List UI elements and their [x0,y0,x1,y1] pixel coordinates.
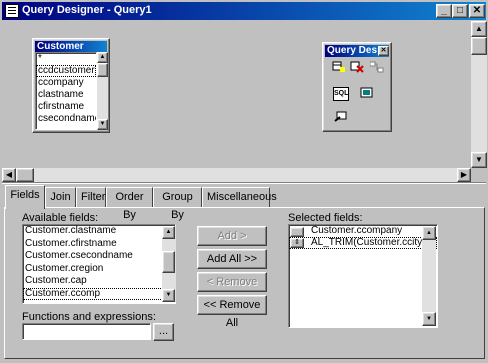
query-destination-icon[interactable] [333,111,349,125]
functions-label: Functions and expressions: [22,311,156,323]
available-fields-scrollbar[interactable]: ▲ ▼ [162,226,176,302]
scroll-right-arrow-icon[interactable]: ▶ [457,168,471,182]
tab-label: Join [50,191,71,203]
remove-all-button[interactable]: << Remove All [197,295,267,329]
table-field-list[interactable]: * ccdcustomer ccompany clastname cfirstn… [35,52,97,130]
selected-fields-scrollbar[interactable]: ▲ ▼ [422,226,436,326]
scroll-down-arrow-icon[interactable]: ▼ [162,289,175,302]
scroll-left-arrow-icon[interactable]: ◀ [2,168,16,182]
app-icon[interactable] [5,4,19,18]
move-up-down-icon[interactable]: ⇕ [290,238,304,248]
table-field-item[interactable]: ccdcustomer [36,65,96,77]
tab-join[interactable]: Join [45,187,76,207]
list-item[interactable]: Customer.ccompany [289,225,437,237]
list-item[interactable]: Customer.cregion [23,263,175,276]
add-all-button[interactable]: Add All >> [197,249,267,269]
maximize-view-icon[interactable] [359,87,375,101]
row-mover-handle[interactable] [290,227,304,237]
list-item[interactable]: Customer.cap [23,275,175,288]
list-item[interactable]: AL_TRIM(Customer.ccityld [289,237,437,249]
scroll-up-arrow-icon[interactable]: ▲ [471,21,487,37]
table-field-item[interactable]: cfirstname [36,101,96,113]
add-join-icon[interactable] [369,61,385,75]
scroll-thumb[interactable] [97,63,108,77]
table-field-item[interactable]: clastname [36,89,96,101]
tab-label: Miscellaneous [207,191,277,203]
window-title: Query Designer - Query1 [22,4,152,16]
diagram-vertical-scrollbar[interactable]: ▲ ▼ [471,21,487,168]
expression-builder-button[interactable]: ... [153,323,174,341]
show-sql-icon[interactable]: SQL [333,87,349,101]
maximize-button[interactable]: □ [452,4,468,18]
selected-fields-label: Selected fields: [288,212,363,224]
selected-fields-list[interactable]: Customer.ccompany AL_TRIM(Customer.ccity… [288,224,438,328]
table-field-scrollbar[interactable]: ▲ ▼ [97,52,108,130]
remove-table-icon[interactable] [349,61,365,75]
tab-miscellaneous[interactable]: Miscellaneous [202,187,277,207]
table-window-title[interactable]: Customer [35,41,107,52]
table-field-item[interactable]: * [36,53,96,65]
functions-expression-input[interactable] [22,323,151,340]
tab-label: Filter [81,191,106,203]
list-item[interactable]: Customer.csecondname [23,250,175,263]
available-fields-list[interactable]: Customer.clastname Customer.cfirstname C… [22,224,176,304]
splitter[interactable] [2,182,486,184]
minimize-button[interactable]: _ [436,4,452,18]
toolbox-close-button[interactable]: ✕ [378,46,389,56]
scroll-down-arrow-icon[interactable]: ▼ [97,119,108,130]
scroll-up-arrow-icon[interactable]: ▲ [97,52,108,63]
list-item[interactable]: Customer.cfirstname [23,238,175,251]
scroll-up-arrow-icon[interactable]: ▲ [422,226,436,240]
title-bar: Query Designer - Query1 _ □ ✕ [2,2,486,20]
tab-order-by[interactable]: Order By [106,187,153,221]
available-fields-label: Available fields: [22,212,99,224]
close-button[interactable]: ✕ [469,4,485,18]
scroll-down-arrow-icon[interactable]: ▼ [471,152,487,168]
tab-filter[interactable]: Filter [76,187,106,207]
tab-label: Fields [10,189,40,201]
query-designer-toolbox[interactable]: Query Des ✕ SQL [322,42,392,132]
tab-fields[interactable]: Fields [5,185,45,209]
toolbox-title-text: Query Des [327,45,378,56]
customer-table-window[interactable]: Customer * ccdcustomer ccompany clastnam… [32,38,110,133]
add-table-icon[interactable] [331,61,347,75]
scroll-thumb[interactable] [471,37,487,55]
tab-group-by[interactable]: Group By [153,187,202,221]
remove-button[interactable]: < Remove [197,272,267,292]
table-field-item[interactable]: ccompany [36,77,96,89]
list-item[interactable]: Customer.ccomp [23,287,175,300]
scroll-thumb[interactable] [162,251,175,273]
scroll-thumb[interactable] [16,168,34,182]
diagram-horizontal-scrollbar[interactable]: ◀ ▶ [2,168,471,182]
table-field-item[interactable]: csecondname [36,113,96,125]
scroll-up-arrow-icon[interactable]: ▲ [162,226,175,239]
list-item[interactable]: Customer.clastname [23,225,175,238]
add-button[interactable]: Add > [197,226,267,246]
scroll-down-arrow-icon[interactable]: ▼ [422,312,436,326]
